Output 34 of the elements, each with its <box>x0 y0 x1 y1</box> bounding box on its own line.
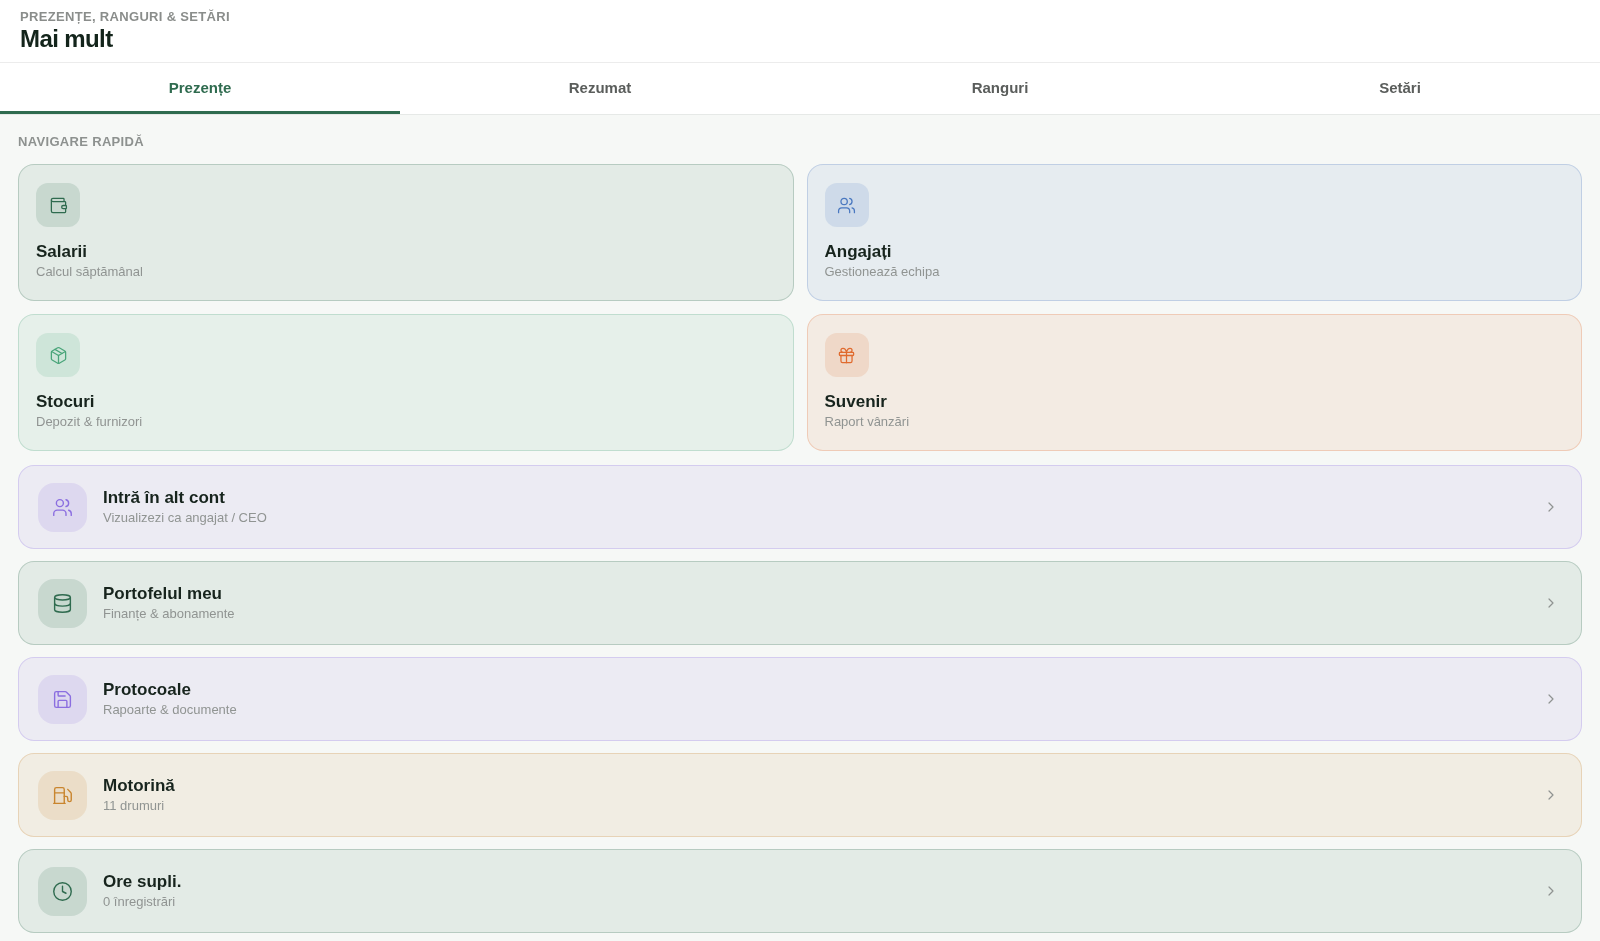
row-title: Intră în alt cont <box>103 488 226 508</box>
section-label: NAVIGARE RAPIDĂ <box>18 134 145 150</box>
nav-row[interactable]: Intră în alt cont Vizualizezi ca angajat / CEO <box>18 465 1582 549</box>
card-title: Stocuri <box>36 392 95 412</box>
nav-card[interactable]: Angajați Gestionează echipa <box>806 164 1582 301</box>
row-subtitle: Vizualizezi ca angajat / CEO <box>103 510 268 526</box>
card-title: Angajați <box>824 242 892 262</box>
row-title: Protocoale <box>103 680 192 700</box>
nav-card[interactable]: Suvenir Raport vânzări <box>806 314 1582 451</box>
card-subtitle: Raport vânzări <box>824 414 910 430</box>
row-subtitle: 0 înregistrări <box>103 894 177 910</box>
card-title: Suvenir <box>824 392 887 412</box>
row-subtitle: Rapoarte & documente <box>103 702 238 718</box>
nav-row[interactable]: Motorină 11 drumuri <box>18 753 1582 837</box>
nav-row[interactable]: Portofelul meu Finanțe & abonamente <box>18 561 1582 645</box>
tab[interactable]: Ranguri <box>800 63 1200 114</box>
card-subtitle: Depozit & furnizori <box>36 414 143 430</box>
row-title: Motorină <box>103 776 176 796</box>
nav-card[interactable]: Stocuri Depozit & furnizori <box>18 314 794 451</box>
row-title: Portofelul meu <box>103 584 223 604</box>
tab[interactable]: Setări <box>1200 63 1600 114</box>
tab[interactable]: Rezumat <box>400 63 800 114</box>
row-title: Ore supli. <box>103 872 183 892</box>
header-eyebrow: PREZENȚE, RANGURI & SETĂRI <box>20 9 231 25</box>
card-subtitle: Gestionează echipa <box>824 264 940 280</box>
row-subtitle: 11 drumuri <box>103 798 166 814</box>
card-subtitle: Calcul săptămânal <box>36 264 143 280</box>
page-title: Mai mult <box>20 25 114 53</box>
row-subtitle: Finanțe & abonamente <box>103 606 236 622</box>
nav-row[interactable]: Protocoale Rapoarte & documente <box>18 657 1582 741</box>
nav-card[interactable]: Salarii Calcul săptămânal <box>18 164 794 301</box>
card-title: Salarii <box>36 242 88 262</box>
tab[interactable]: Prezențe <box>0 63 400 114</box>
nav-row[interactable]: Ore supli. 0 înregistrări <box>18 849 1582 933</box>
